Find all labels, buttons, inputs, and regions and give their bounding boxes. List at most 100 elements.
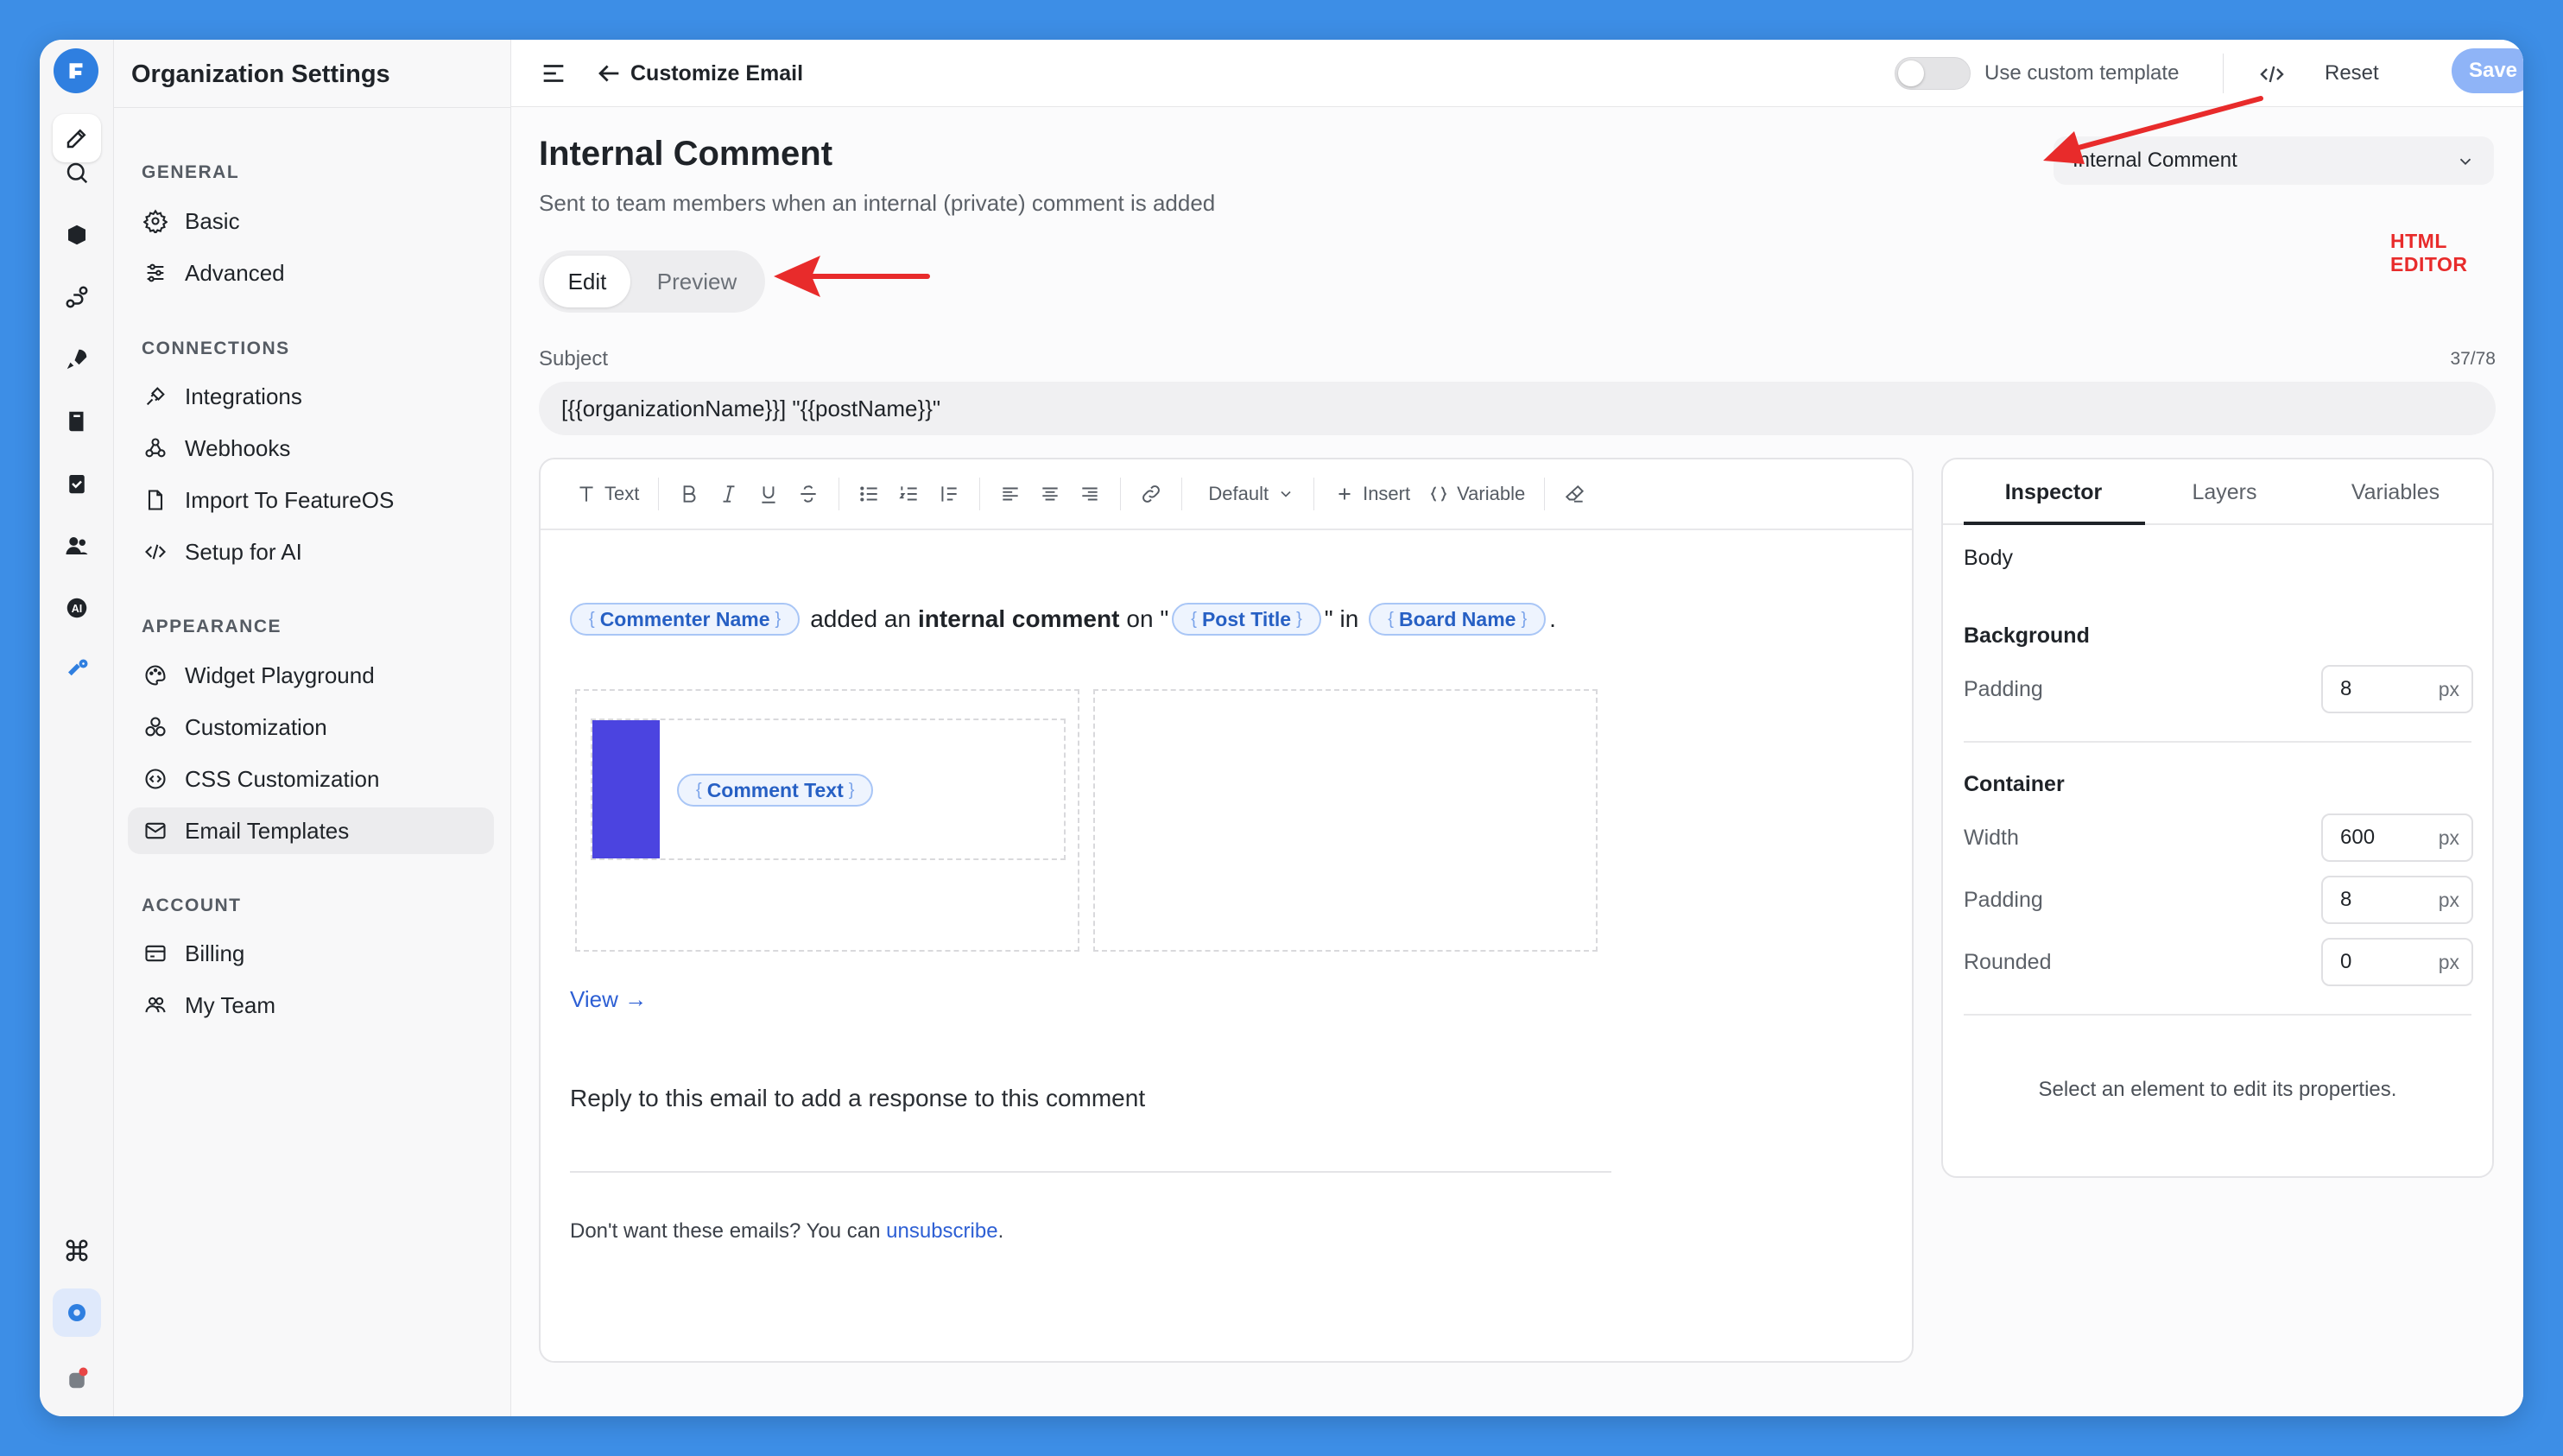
css-icon [145,769,166,789]
sidebar-item-basic[interactable]: Basic [128,198,494,244]
comment-quote-block[interactable]: {Comment Text} [591,719,1066,860]
sidebar-item-my-team[interactable]: My Team [128,982,494,1029]
chip-label: Comment Text [706,778,844,801]
padding-input[interactable]: 8 px [2321,876,2473,924]
toolbar-separator [1544,478,1546,510]
toolbar-separator [1181,478,1183,510]
toolbar-separator [979,478,981,510]
sidebar-toggle-icon[interactable] [539,59,568,88]
width-label: Width [1964,826,2019,850]
back-arrow-icon[interactable] [594,59,623,88]
sidebar-item-customization[interactable]: Customization [128,704,494,750]
text-in: " in [1324,605,1359,632]
reset-button[interactable]: Reset [2325,57,2379,90]
clipboard-icon[interactable] [53,459,101,508]
clear-format-button[interactable] [1555,475,1595,513]
sidebar-item-advanced[interactable]: Advanced [128,250,494,296]
command-icon[interactable] [53,1226,101,1275]
width-input[interactable]: 600 px [2321,813,2473,862]
team-icon [145,997,166,1013]
ai-icon[interactable]: AI [53,584,101,632]
sidebar-item-setup-ai[interactable]: Setup for AI [128,529,494,575]
variable-label: Variable [1457,483,1526,504]
bullet-list-icon [860,486,878,502]
book-icon[interactable] [53,397,101,446]
user-avatar-icon[interactable] [53,1354,101,1402]
tab-layers[interactable]: Layers [2138,475,2311,510]
palette-icon [145,665,166,686]
settings-gear-icon[interactable] [53,1288,101,1337]
tab-inspector[interactable]: Inspector [1967,475,2140,510]
sidebar-item-label: Advanced [185,259,285,286]
unit-label: px [2438,951,2459,973]
blockquote-icon [941,486,958,502]
sidebar-divider [114,107,510,108]
page-title: Customize Email [630,61,804,85]
view-link[interactable]: View → [570,986,647,1013]
launch-icon[interactable] [53,646,101,694]
insert-button[interactable]: Insert [1325,475,1419,513]
box-icon[interactable] [53,211,101,259]
align-right-button[interactable] [1070,475,1110,513]
text-style-button[interactable]: Text [566,475,648,513]
inspector-hint: Select an element to edit its properties… [2038,1078,2397,1101]
sidebar-item-integrations[interactable]: Integrations [128,373,494,420]
align-left-button[interactable] [990,475,1030,513]
svg-text:AI: AI [72,603,83,615]
users-icon[interactable] [53,522,101,570]
unit-label: px [2438,678,2459,700]
underline-button[interactable] [749,475,788,513]
text-on: on " [1126,605,1169,632]
subject-input[interactable]: [{{organizationName}}] "{{postName}}" [539,382,2496,435]
variable-chip-commenter[interactable]: {Commenter Name} [570,603,801,636]
link-button[interactable] [1131,475,1171,513]
rocket-icon[interactable] [53,335,101,383]
eraser-icon [1566,484,1585,503]
sidebar-item-label: Widget Playground [185,662,375,688]
edit-preview-tabs: Edit Preview [539,250,765,313]
custom-template-toggle[interactable] [1895,57,1971,90]
save-button[interactable]: Save [2452,48,2523,93]
blockquote-button[interactable] [929,475,969,513]
variable-button[interactable]: Variable [1419,475,1534,513]
strikethrough-button[interactable] [788,475,828,513]
bullet-list-button[interactable] [850,475,889,513]
toolbar-separator [1313,478,1315,510]
sidebar-item-webhooks[interactable]: Webhooks [128,425,494,472]
subject-char-count: 37/78 [2450,349,2496,369]
tab-variables[interactable]: Variables [2309,475,2482,510]
numbered-list-button[interactable] [889,475,929,513]
tab-edit[interactable]: Edit [544,256,630,307]
tab-preview[interactable]: Preview [636,256,758,307]
text-icon [579,486,593,502]
editor-canvas[interactable]: {Commenter Name} added an internal comme… [541,532,1912,1361]
font-select[interactable]: Default [1193,475,1303,513]
icon-rail: AI [40,40,114,1416]
rounded-input[interactable]: 0 px [2321,938,2473,986]
sidebar-item-import[interactable]: Import To FeatureOS [128,477,494,523]
column-block-right[interactable] [1093,689,1598,952]
sidebar-item-widget-playground[interactable]: Widget Playground [128,652,494,699]
sidebar-item-email-templates[interactable]: Email Templates [128,807,494,854]
editor-toolbar: Text Default Insert Variable [541,459,1912,530]
unsubscribe-link[interactable]: unsubscribe [886,1219,997,1243]
bg-padding-input[interactable]: 8 px [2321,665,2473,713]
unsubscribe-prefix: Don't want these emails? You can [570,1219,881,1243]
italic-button[interactable] [709,475,749,513]
inspector-divider [1964,1014,2471,1016]
bold-button[interactable] [669,475,709,513]
align-center-button[interactable] [1030,475,1070,513]
width-value: 600 [2340,826,2376,849]
plug-icon [146,387,165,406]
html-editor-code-icon[interactable] [2256,59,2288,90]
roadmap-icon[interactable] [53,273,101,321]
variable-chip-comment-text[interactable]: {Comment Text} [677,774,874,807]
variable-chip-post-title[interactable]: {Post Title} [1172,603,1321,636]
featureos-logo-icon[interactable] [54,48,98,93]
column-block-left[interactable]: {Comment Text} [575,689,1079,952]
variable-chip-board-name[interactable]: {Board Name} [1369,603,1547,636]
sidebar-item-css-customization[interactable]: CSS Customization [128,756,494,802]
search-icon[interactable] [53,149,101,197]
sidebar-item-billing[interactable]: Billing [128,930,494,977]
reply-instruction: Reply to this email to add a response to… [570,1085,1146,1111]
